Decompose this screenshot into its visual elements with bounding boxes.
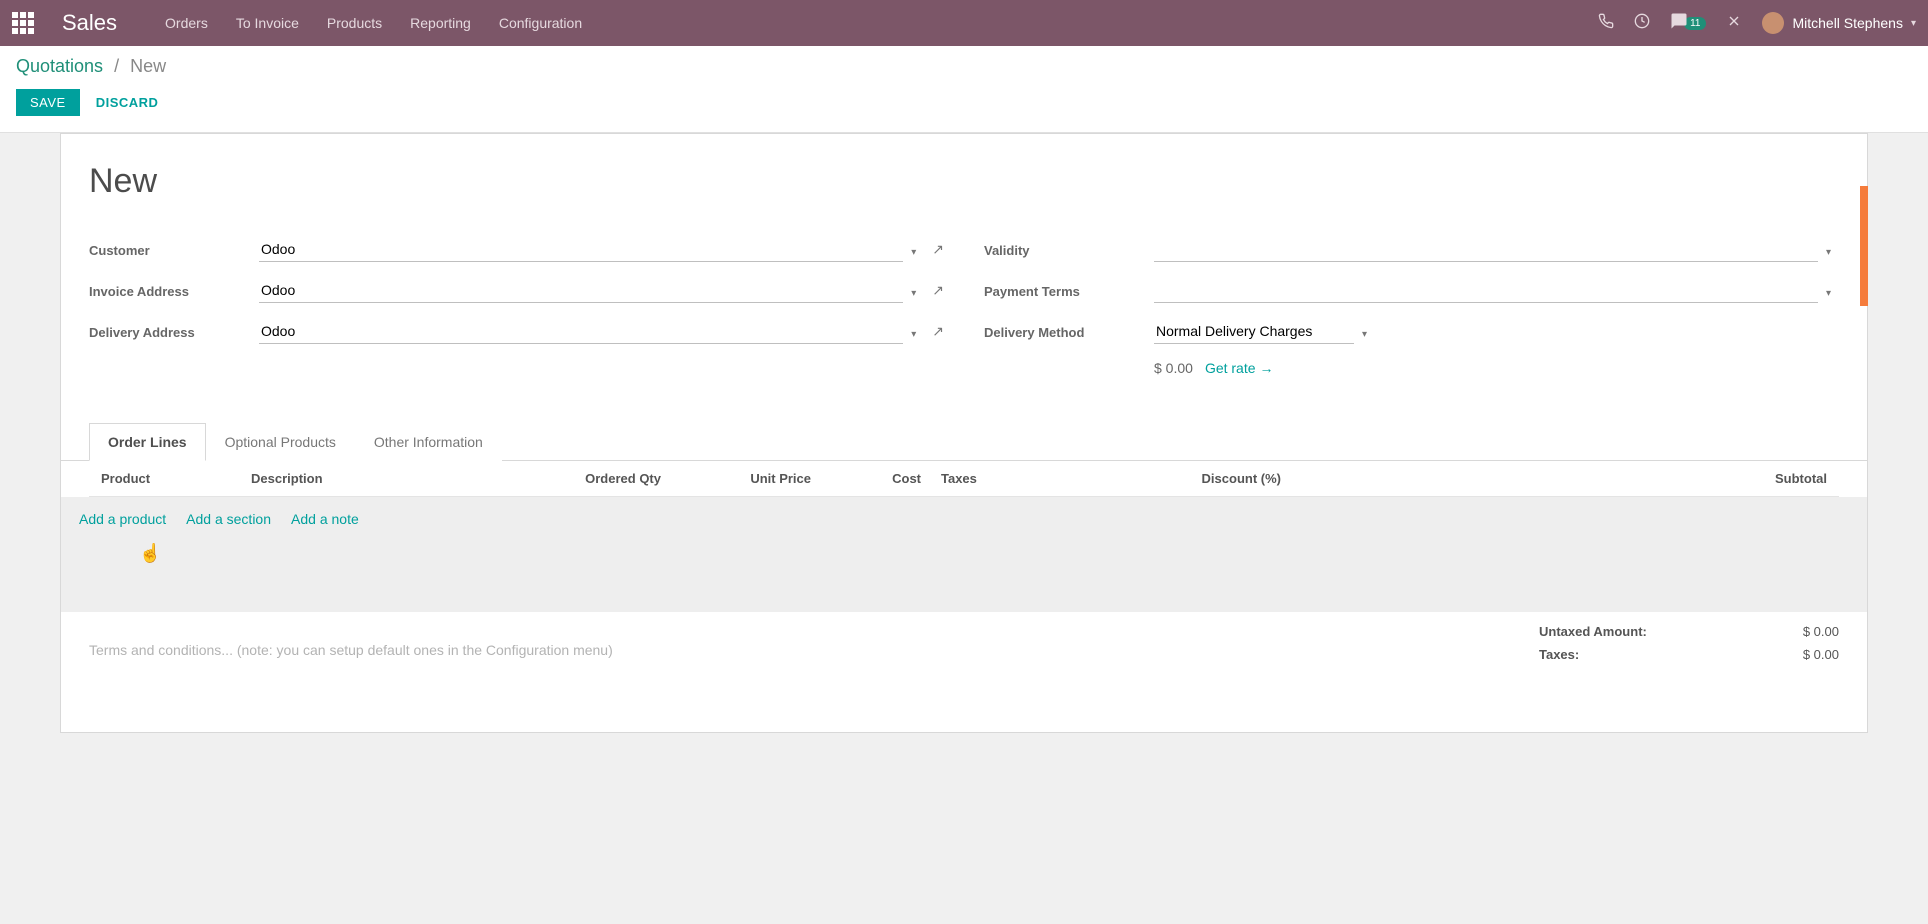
nav-reporting[interactable]: Reporting bbox=[410, 15, 471, 31]
untaxed-label: Untaxed Amount: bbox=[1539, 624, 1647, 639]
table-body: Add a product Add a section Add a note ☝ bbox=[61, 497, 1867, 612]
payment-terms-field[interactable] bbox=[1154, 278, 1818, 303]
add-note-link[interactable]: Add a note bbox=[291, 511, 359, 527]
breadcrumb-sep: / bbox=[108, 56, 125, 76]
chevron-down-icon[interactable]: ▾ bbox=[903, 247, 924, 262]
label-delivery-address: Delivery Address bbox=[89, 325, 259, 344]
nav-orders[interactable]: Orders bbox=[165, 15, 208, 31]
tabs: Order Lines Optional Products Other Info… bbox=[61, 422, 1867, 461]
delivery-method-field[interactable] bbox=[1154, 319, 1354, 344]
chevron-down-icon[interactable]: ▾ bbox=[903, 329, 924, 344]
th-subtotal: Subtotal bbox=[1281, 471, 1827, 486]
table-header: Product Description Ordered Qty Unit Pri… bbox=[89, 461, 1839, 497]
taxes-value: $ 0.00 bbox=[1803, 647, 1839, 662]
nav-configuration[interactable]: Configuration bbox=[499, 15, 582, 31]
invoice-address-field[interactable] bbox=[259, 278, 903, 303]
chevron-down-icon[interactable]: ▾ bbox=[1818, 288, 1839, 303]
form-col-left: Customer ▾ ↗ Invoice Address ▾ ↗ Deliver… bbox=[89, 237, 944, 376]
add-section-link[interactable]: Add a section bbox=[186, 511, 271, 527]
label-delivery-method: Delivery Method bbox=[984, 325, 1154, 344]
navbar: Sales Orders To Invoice Products Reporti… bbox=[0, 0, 1928, 46]
validity-field[interactable] bbox=[1154, 237, 1818, 262]
close-icon[interactable] bbox=[1726, 13, 1742, 34]
chat-icon bbox=[1670, 12, 1688, 35]
delivery-address-field[interactable] bbox=[259, 319, 903, 344]
breadcrumb-current: New bbox=[130, 56, 166, 76]
nav-items: Orders To Invoice Products Reporting Con… bbox=[165, 15, 582, 31]
form-col-right: Validity ▾ Payment Terms ▾ Delivery Meth… bbox=[984, 237, 1839, 376]
external-link-icon[interactable]: ↗ bbox=[924, 282, 944, 303]
chevron-down-icon[interactable]: ▾ bbox=[1818, 247, 1839, 262]
nav-to-invoice[interactable]: To Invoice bbox=[236, 15, 299, 31]
chevron-down-icon: ▾ bbox=[1911, 18, 1916, 29]
th-discount: Discount (%) bbox=[1121, 471, 1281, 486]
th-ordered-qty: Ordered Qty bbox=[511, 471, 681, 486]
save-button[interactable]: SAVE bbox=[16, 89, 80, 116]
nav-right: 11 Mitchell Stephens ▾ bbox=[1598, 12, 1916, 35]
terms-input[interactable]: Terms and conditions... (note: you can s… bbox=[89, 612, 613, 668]
tab-order-lines[interactable]: Order Lines bbox=[89, 423, 206, 461]
apps-icon[interactable] bbox=[12, 12, 34, 34]
label-validity: Validity bbox=[984, 243, 1154, 262]
breadcrumb-parent[interactable]: Quotations bbox=[16, 56, 103, 76]
th-description: Description bbox=[251, 471, 511, 486]
external-link-icon[interactable]: ↗ bbox=[924, 241, 944, 262]
nav-products[interactable]: Products bbox=[327, 15, 382, 31]
untaxed-value: $ 0.00 bbox=[1803, 624, 1839, 639]
tab-other-information[interactable]: Other Information bbox=[355, 423, 502, 461]
label-invoice-address: Invoice Address bbox=[89, 284, 259, 303]
avatar bbox=[1762, 12, 1784, 34]
arrow-right-icon: → bbox=[1260, 360, 1274, 376]
label-customer: Customer bbox=[89, 243, 259, 262]
delivery-price: $ 0.00 bbox=[1154, 360, 1193, 376]
th-cost: Cost bbox=[831, 471, 921, 486]
form-sheet: New Customer ▾ ↗ Invoice Address ▾ ↗ Del… bbox=[60, 133, 1868, 733]
get-rate-button[interactable]: Get rate → bbox=[1205, 360, 1274, 376]
user-name: Mitchell Stephens bbox=[1792, 15, 1903, 31]
get-rate-label: Get rate bbox=[1205, 360, 1256, 376]
add-product-link[interactable]: Add a product bbox=[79, 511, 166, 527]
pointer-icon: ☝ bbox=[139, 543, 161, 564]
breadcrumb: Quotations / New bbox=[16, 56, 1912, 77]
th-product: Product bbox=[101, 471, 251, 486]
taxes-label: Taxes: bbox=[1539, 647, 1579, 662]
external-link-icon[interactable]: ↗ bbox=[924, 323, 944, 344]
chatter-toggle[interactable] bbox=[1860, 186, 1868, 306]
chevron-down-icon[interactable]: ▾ bbox=[1354, 329, 1375, 344]
th-unit-price: Unit Price bbox=[681, 471, 831, 486]
control-panel: Quotations / New SAVE DISCARD bbox=[0, 46, 1928, 133]
user-menu[interactable]: Mitchell Stephens ▾ bbox=[1762, 12, 1916, 34]
th-taxes: Taxes bbox=[921, 471, 1121, 486]
tab-optional-products[interactable]: Optional Products bbox=[206, 423, 355, 461]
discard-button[interactable]: DISCARD bbox=[96, 95, 159, 110]
totals: Untaxed Amount: $ 0.00 Taxes: $ 0.00 bbox=[1539, 620, 1839, 668]
phone-icon[interactable] bbox=[1598, 13, 1614, 34]
chat-button[interactable]: 11 bbox=[1670, 12, 1706, 35]
clock-icon[interactable] bbox=[1634, 13, 1650, 34]
label-payment-terms: Payment Terms bbox=[984, 284, 1154, 303]
customer-field[interactable] bbox=[259, 237, 903, 262]
chevron-down-icon[interactable]: ▾ bbox=[903, 288, 924, 303]
app-brand[interactable]: Sales bbox=[62, 10, 117, 36]
page-title: New bbox=[89, 162, 1839, 201]
